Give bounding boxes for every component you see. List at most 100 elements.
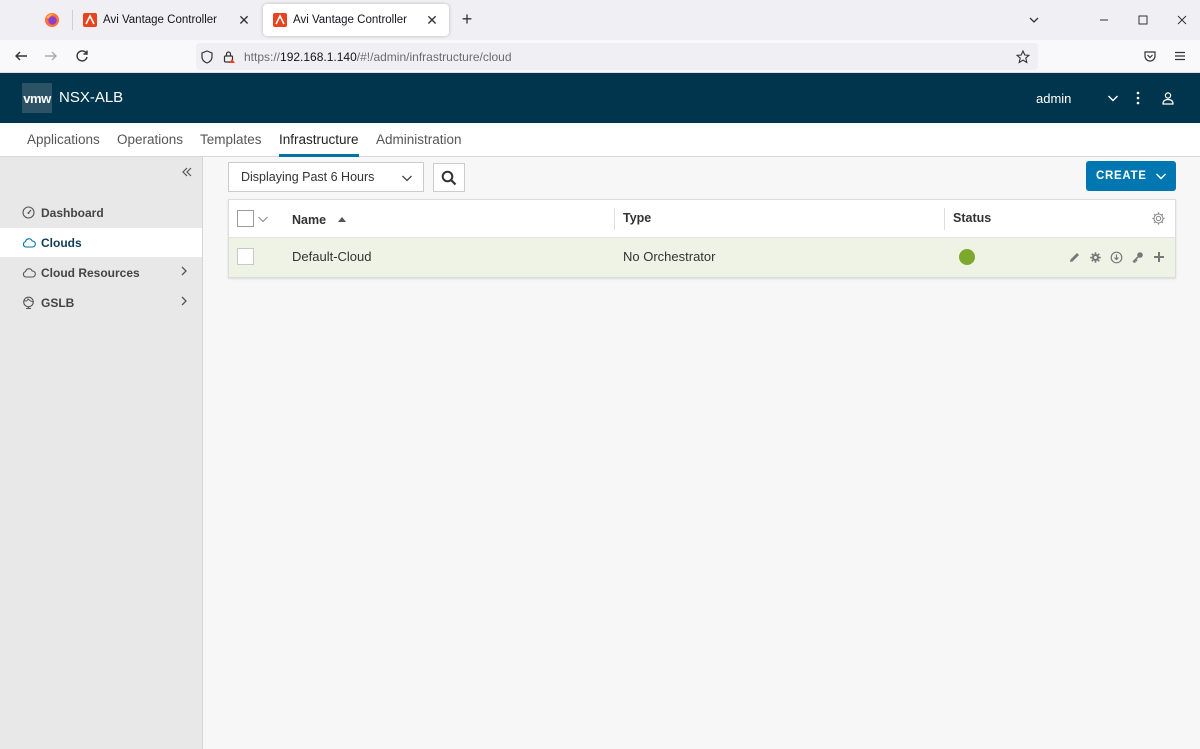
arrow-left-icon — [15, 51, 27, 61]
minimize-icon — [1100, 19, 1108, 21]
sidebar-item-label: Clouds — [41, 235, 82, 250]
avi-favicon-icon — [273, 13, 287, 27]
tab-applications[interactable]: Applications — [27, 123, 100, 157]
sidebar-item-label: Cloud Resources — [41, 265, 140, 280]
collapse-sidebar-button[interactable] — [178, 164, 196, 182]
dashboard-icon — [22, 205, 36, 220]
download-icon[interactable] — [1109, 250, 1123, 264]
forward-button[interactable] — [38, 44, 64, 68]
arrow-right-icon — [45, 51, 57, 61]
table-row[interactable]: Default-Cloud No Orchestrator — [229, 238, 1175, 277]
column-header-type[interactable]: Type — [623, 211, 651, 225]
product-name: NSX-ALB — [59, 89, 124, 106]
app-header: vmw NSX-ALB admin — [0, 73, 1200, 123]
key-icon[interactable] — [1130, 250, 1144, 264]
column-header-label: Name — [292, 213, 327, 227]
column-header-name[interactable]: Name — [292, 211, 346, 227]
user-menu-chevron[interactable] — [1102, 87, 1124, 109]
globe-icon — [22, 296, 36, 310]
column-divider[interactable] — [944, 208, 945, 230]
minimize-button[interactable] — [1086, 6, 1122, 34]
close-tab-icon[interactable]: ✕ — [425, 12, 439, 29]
new-tab-button[interactable]: + — [456, 8, 478, 30]
pocket-button[interactable] — [1137, 44, 1163, 68]
reload-icon — [76, 50, 88, 62]
bookmark-star-icon[interactable] — [1012, 43, 1034, 70]
chevron-down-icon — [1029, 17, 1039, 23]
status-indicator[interactable] — [959, 249, 975, 265]
url-bar[interactable]: https://192.168.1.140/#!/admin/infrastru… — [196, 43, 1038, 70]
maximize-button[interactable] — [1125, 6, 1161, 34]
vmw-logo[interactable]: vmw — [22, 83, 52, 113]
list-tabs-button[interactable] — [1016, 6, 1052, 34]
gear-icon[interactable] — [1151, 211, 1166, 226]
url-text[interactable]: https://192.168.1.140/#!/admin/infrastru… — [244, 50, 512, 64]
chevron-right-icon — [180, 295, 190, 309]
search-button[interactable] — [433, 163, 465, 192]
column-divider[interactable] — [614, 208, 615, 230]
pocket-icon — [1144, 51, 1156, 62]
chevron-down-icon — [1155, 170, 1167, 182]
grid-header: Name Type Status — [229, 200, 1175, 238]
double-chevron-left-icon — [182, 167, 192, 177]
gear-icon[interactable] — [1088, 250, 1102, 264]
tab-title: Avi Vantage Controller — [103, 14, 218, 26]
sidebar: Dashboard Clouds Cloud Resources GSLB — [0, 157, 203, 749]
app-menu-button[interactable] — [1167, 44, 1193, 68]
close-tab-icon[interactable]: ✕ — [237, 12, 251, 29]
close-icon — [1177, 15, 1187, 25]
cell-type: No Orchestrator — [623, 249, 716, 264]
plus-icon[interactable] — [1152, 250, 1166, 264]
lock-warning-icon[interactable] — [218, 43, 240, 70]
url-scheme: https:// — [244, 49, 281, 64]
browser-nav-bar: https://192.168.1.140/#!/admin/infrastru… — [0, 40, 1200, 73]
cloud-resources-icon — [22, 266, 36, 280]
close-window-button[interactable] — [1164, 6, 1200, 34]
sidebar-item-gslb[interactable]: GSLB — [0, 288, 202, 317]
main-nav: Applications Operations Templates Infras… — [0, 123, 1200, 157]
search-icon — [441, 170, 457, 185]
avi-favicon-icon — [83, 13, 97, 27]
tab-administration[interactable]: Administration — [376, 123, 462, 157]
user-icon — [1162, 92, 1174, 105]
sort-ascending-icon — [337, 211, 346, 225]
url-path: /#!/admin/infrastructure/cloud — [356, 49, 512, 64]
reload-button[interactable] — [69, 44, 95, 68]
sidebar-item-cloud-resources[interactable]: Cloud Resources — [0, 258, 202, 287]
more-options-button[interactable] — [1127, 87, 1149, 109]
maximize-icon — [1138, 15, 1148, 25]
sidebar-item-label: Dashboard — [41, 205, 104, 220]
chevron-down-icon[interactable] — [257, 213, 269, 225]
browser-tab-2[interactable]: Avi Vantage Controller ✕ — [263, 4, 449, 36]
sidebar-item-dashboard[interactable]: Dashboard — [0, 198, 202, 227]
firefox-icon — [45, 13, 59, 27]
clouds-grid: Name Type Status Default-Cloud No Orches… — [228, 199, 1176, 278]
chevron-down-icon — [1108, 95, 1118, 102]
column-header-status[interactable]: Status — [953, 211, 991, 225]
cell-name[interactable]: Default-Cloud — [292, 249, 372, 264]
chevron-down-icon — [401, 172, 413, 184]
back-button[interactable] — [8, 44, 34, 68]
firefox-view-button[interactable] — [32, 6, 72, 34]
tab-operations[interactable]: Operations — [117, 123, 183, 157]
shield-icon[interactable] — [196, 43, 218, 70]
chevron-right-icon — [180, 265, 190, 279]
user-profile-button[interactable] — [1157, 87, 1179, 109]
sidebar-item-clouds[interactable]: Clouds — [0, 228, 202, 257]
tab-templates[interactable]: Templates — [200, 123, 262, 157]
create-button[interactable]: CREATE — [1086, 161, 1176, 191]
tab-infrastructure[interactable]: Infrastructure — [279, 123, 359, 157]
browser-tab-1[interactable]: Avi Vantage Controller ✕ — [73, 4, 261, 36]
url-host: 192.168.1.140 — [280, 49, 357, 64]
select-all-checkbox[interactable] — [237, 210, 254, 227]
edit-icon[interactable] — [1067, 250, 1081, 264]
cloud-icon — [22, 236, 36, 250]
time-range-value: Displaying Past 6 Hours — [241, 170, 375, 184]
hamburger-menu-icon — [1175, 51, 1185, 61]
user-name[interactable]: admin — [1036, 91, 1071, 106]
sidebar-item-label: GSLB — [41, 295, 75, 310]
vertical-ellipsis-icon — [1136, 91, 1140, 105]
row-checkbox[interactable] — [237, 248, 254, 265]
time-range-select[interactable]: Displaying Past 6 Hours — [228, 162, 424, 192]
tab-title: Avi Vantage Controller — [293, 14, 408, 26]
